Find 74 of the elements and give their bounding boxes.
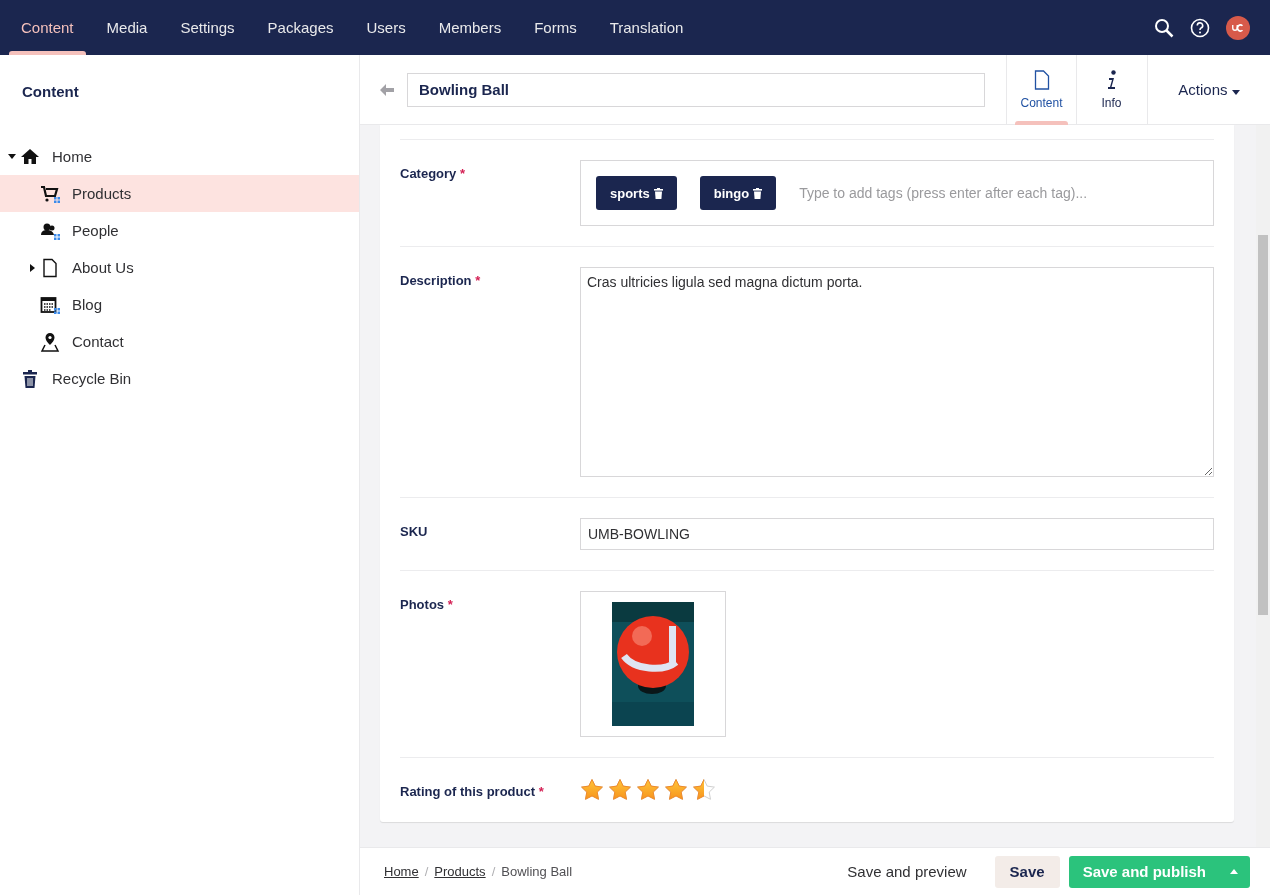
tree-item-label: Contact <box>72 333 124 350</box>
cart-icon <box>40 183 60 204</box>
section-tab[interactable]: Content <box>9 0 86 55</box>
breadcrumb-separator: / <box>491 864 496 879</box>
back-arrow-icon[interactable] <box>380 83 394 96</box>
name-field[interactable]: Bowling Ball <box>407 72 985 107</box>
star-icon[interactable] <box>692 778 716 802</box>
star-icon[interactable] <box>664 778 688 802</box>
search-button[interactable] <box>1154 17 1174 38</box>
app-tab[interactable]: Info <box>1076 54 1146 125</box>
image-thumbnail[interactable] <box>580 591 726 737</box>
search-icon <box>1154 17 1174 38</box>
section-tab[interactable]: Forms <box>522 0 589 55</box>
star-icon[interactable] <box>608 778 632 802</box>
tree-item-label: Products <box>72 185 132 202</box>
breadcrumb-link[interactable]: Products <box>434 864 486 879</box>
tree-item[interactable]: Recycle Bin <box>0 360 359 397</box>
star-icon[interactable] <box>580 778 604 802</box>
star-icon[interactable] <box>636 778 660 802</box>
section-tab[interactable]: Members <box>426 0 514 55</box>
tree-item[interactable]: Contact <box>0 323 359 360</box>
tree-item-label: Home <box>52 148 92 165</box>
required-mark: * <box>475 273 481 288</box>
section-tab[interactable]: Translation <box>597 0 696 55</box>
property-label: Category <box>400 166 457 181</box>
tree-item[interactable]: About Us <box>0 249 359 286</box>
calendar-icon <box>40 294 60 315</box>
required-mark: * <box>460 166 466 181</box>
tags-field[interactable]: sports bingo Type to add tags (press enter after each tag)... <box>580 160 1214 226</box>
required-mark: * <box>538 784 544 799</box>
tree-item[interactable]: Blog <box>0 286 359 323</box>
save-button[interactable]: Save <box>994 855 1060 888</box>
tree-item[interactable]: Home <box>0 138 359 175</box>
property-label: Photos <box>400 597 445 612</box>
breadcrumb-separator: / <box>424 864 429 879</box>
description-field[interactable]: Cras ultricies ligula sed magna dictum porta. <box>580 267 1214 477</box>
caret-up-icon <box>1230 869 1238 874</box>
house-icon <box>20 146 40 167</box>
tree-item-label: Blog <box>72 296 103 313</box>
text-field[interactable]: UMB-BOWLING <box>580 518 1214 550</box>
section-tab[interactable]: Packages <box>255 0 346 55</box>
document-icon <box>1033 69 1050 90</box>
app-tab[interactable]: Content <box>1006 54 1076 125</box>
property-label: Description <box>400 273 472 288</box>
help-button[interactable] <box>1190 17 1210 38</box>
property-label: SKU <box>400 524 428 539</box>
actions-button[interactable]: Actions <box>1147 54 1270 125</box>
user-avatar[interactable] <box>1226 15 1250 40</box>
info-icon <box>1106 69 1117 90</box>
property-label: Rating of this product <box>400 784 536 799</box>
tag[interactable]: bingo <box>699 176 777 210</box>
section-tab[interactable]: Users <box>354 0 418 55</box>
trash-icon <box>753 187 763 199</box>
tree-item-label: Recycle Bin <box>52 370 132 387</box>
save-and-preview-button[interactable]: Save and preview <box>841 862 973 881</box>
help-icon <box>1190 17 1210 38</box>
document-icon <box>40 257 60 278</box>
required-mark: * <box>447 597 453 612</box>
section-tab[interactable]: Media <box>94 0 160 55</box>
breadcrumb-current: Bowling Ball <box>501 864 573 879</box>
trash-icon <box>653 187 663 199</box>
scrollbar[interactable] <box>1256 125 1270 847</box>
tag[interactable]: sports <box>596 176 677 210</box>
tree-item-label: People <box>72 222 119 239</box>
tree-item[interactable]: Products <box>0 175 359 212</box>
tree-title: Content <box>21 82 80 102</box>
map-pin-icon <box>40 331 60 352</box>
trash-icon <box>20 368 40 389</box>
user-icon <box>1232 21 1244 34</box>
breadcrumb-link[interactable]: Home <box>384 864 419 879</box>
caret-down-icon <box>1231 90 1240 95</box>
section-tab[interactable]: Settings <box>168 0 247 55</box>
tree-item-label: About Us <box>72 259 134 276</box>
tree-item[interactable]: People <box>0 212 359 249</box>
